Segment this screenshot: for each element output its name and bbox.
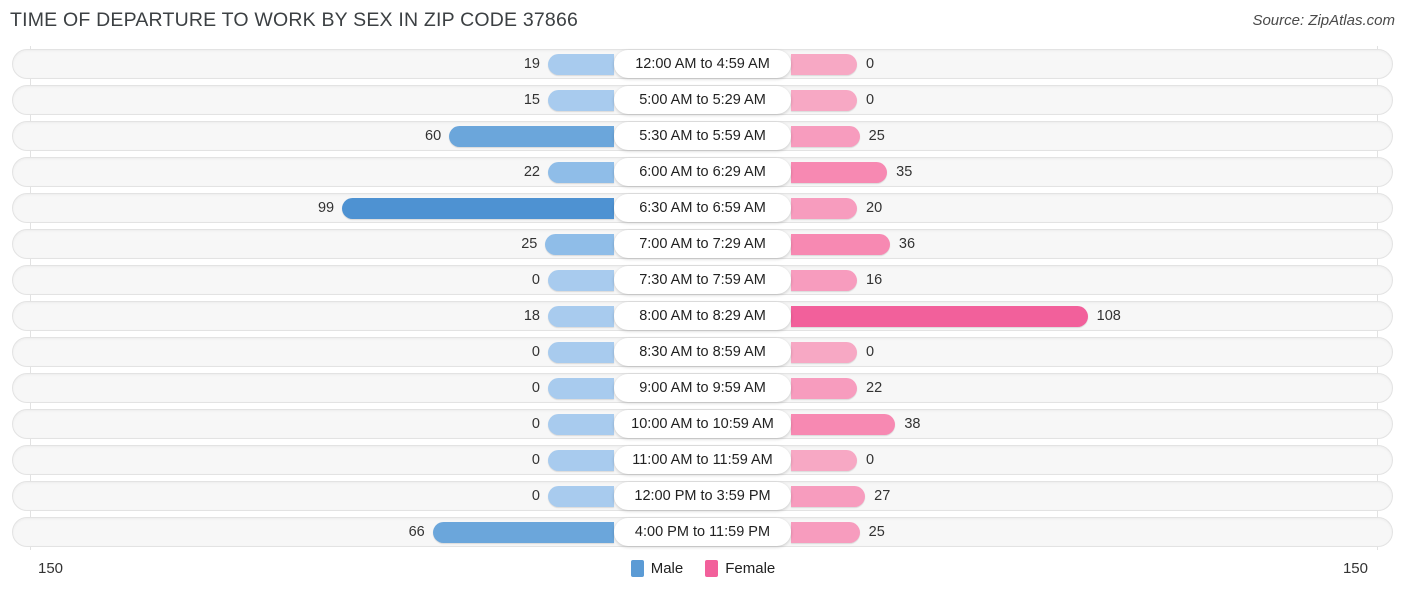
value-label-male: 66 — [408, 524, 425, 540]
category-label: 4:00 PM to 11:59 PM — [614, 518, 791, 546]
table-row: 99 20 6:30 AM to 6:59 AM — [0, 190, 1406, 226]
value-label-male: 0 — [531, 488, 540, 504]
chart-plot-area: 19 0 12:00 AM to 4:59 AM 15 0 5:00 AM to 5:29… — [0, 46, 1406, 550]
category-label: 5:30 AM to 5:59 AM — [614, 122, 791, 150]
value-label-male: 0 — [531, 272, 540, 288]
bar-female[interactable] — [791, 486, 866, 507]
category-label: 6:30 AM to 6:59 AM — [614, 194, 791, 222]
bar-male[interactable] — [548, 450, 614, 471]
value-label-male: 0 — [531, 452, 540, 468]
value-label-female: 22 — [866, 380, 883, 396]
legend-item-male[interactable]: Male — [630, 560, 684, 577]
bar-male[interactable] — [548, 378, 614, 399]
category-label: 9:00 AM to 9:59 AM — [614, 374, 791, 402]
table-row: 60 25 5:30 AM to 5:59 AM — [0, 118, 1406, 154]
table-row: 0 38 10:00 AM to 10:59 AM — [0, 406, 1406, 442]
category-label: 7:30 AM to 7:59 AM — [614, 266, 791, 294]
table-row: 15 0 5:00 AM to 5:29 AM — [0, 82, 1406, 118]
legend-swatch-male-icon — [630, 560, 644, 577]
value-label-male: 25 — [521, 236, 538, 252]
value-label-female: 27 — [874, 488, 891, 504]
value-label-female: 20 — [866, 200, 883, 216]
bar-female[interactable] — [791, 378, 857, 399]
category-label: 12:00 PM to 3:59 PM — [614, 482, 791, 510]
table-row: 18 108 8:00 AM to 8:29 AM — [0, 298, 1406, 334]
value-label-female: 0 — [866, 452, 875, 468]
legend-label-male: Male — [650, 560, 684, 577]
bar-male[interactable] — [548, 54, 614, 75]
bar-female[interactable] — [791, 198, 857, 219]
chart-legend: Male Female — [0, 560, 1406, 577]
table-row: 0 0 11:00 AM to 11:59 AM — [0, 442, 1406, 478]
legend-item-female[interactable]: Female — [705, 560, 775, 577]
table-row: 0 22 9:00 AM to 9:59 AM — [0, 370, 1406, 406]
category-label: 10:00 AM to 10:59 AM — [614, 410, 791, 438]
value-label-female: 25 — [868, 524, 885, 540]
bar-female[interactable] — [791, 414, 896, 435]
bar-female[interactable] — [791, 450, 857, 471]
bar-female[interactable] — [791, 270, 857, 291]
value-label-female: 16 — [866, 272, 883, 288]
bar-male[interactable] — [545, 234, 614, 255]
bar-male[interactable] — [548, 306, 614, 327]
bar-rows-container: 19 0 12:00 AM to 4:59 AM 15 0 5:00 AM to 5:29… — [0, 46, 1406, 550]
value-label-male: 15 — [523, 92, 540, 108]
value-label-male: 0 — [531, 380, 540, 396]
category-label: 11:00 AM to 11:59 AM — [614, 446, 791, 474]
bar-female[interactable] — [791, 126, 860, 147]
value-label-male: 0 — [531, 344, 540, 360]
bar-female[interactable] — [791, 342, 857, 363]
bar-male[interactable] — [449, 126, 614, 147]
bar-female[interactable] — [791, 306, 1088, 327]
bar-male[interactable] — [342, 198, 614, 219]
bar-female[interactable] — [791, 234, 890, 255]
value-label-male: 0 — [531, 416, 540, 432]
value-label-male: 18 — [523, 308, 540, 324]
value-label-male: 60 — [425, 128, 442, 144]
bar-male[interactable] — [548, 414, 614, 435]
value-label-female: 36 — [898, 236, 916, 252]
bar-male[interactable] — [432, 522, 614, 543]
bar-male[interactable] — [548, 90, 614, 111]
legend-swatch-female-icon — [705, 560, 719, 577]
bar-male[interactable] — [548, 270, 614, 291]
bar-male[interactable] — [548, 162, 614, 183]
value-label-female: 35 — [896, 164, 913, 180]
page-title: TIME OF DEPARTURE TO WORK BY SEX IN ZIP … — [10, 9, 579, 31]
category-label: 5:00 AM to 5:29 AM — [614, 86, 791, 114]
table-row: 0 0 8:30 AM to 8:59 AM — [0, 334, 1406, 370]
table-row: 25 36 7:00 AM to 7:29 AM — [0, 226, 1406, 262]
value-label-male: 19 — [523, 56, 540, 72]
value-label-female: 0 — [866, 56, 875, 72]
legend-label-female: Female — [725, 560, 776, 577]
table-row: 22 35 6:00 AM to 6:29 AM — [0, 154, 1406, 190]
bar-female[interactable] — [791, 90, 857, 111]
bar-female[interactable] — [791, 54, 857, 75]
value-label-female: 38 — [904, 416, 921, 432]
value-label-male: 22 — [523, 164, 540, 180]
value-label-female: 0 — [866, 344, 875, 360]
category-label: 8:00 AM to 8:29 AM — [614, 302, 791, 330]
source-attribution: Source: ZipAtlas.com — [1252, 12, 1395, 29]
bar-female[interactable] — [791, 162, 888, 183]
category-label: 7:00 AM to 7:29 AM — [614, 230, 791, 258]
table-row: 0 27 12:00 PM to 3:59 PM — [0, 478, 1406, 514]
category-label: 8:30 AM to 8:59 AM — [614, 338, 791, 366]
chart-header: TIME OF DEPARTURE TO WORK BY SEX IN ZIP … — [0, 0, 1406, 46]
table-row: 19 0 12:00 AM to 4:59 AM — [0, 46, 1406, 82]
value-label-female: 0 — [866, 92, 875, 108]
value-label-male: 99 — [317, 200, 335, 216]
bar-male[interactable] — [548, 486, 614, 507]
bar-male[interactable] — [548, 342, 614, 363]
category-label: 12:00 AM to 4:59 AM — [614, 50, 791, 78]
value-label-female: 108 — [1096, 308, 1121, 324]
table-row: 66 25 4:00 PM to 11:59 PM — [0, 514, 1406, 550]
chart-footer: 150 150 Male Female — [0, 550, 1406, 594]
category-label: 6:00 AM to 6:29 AM — [614, 158, 791, 186]
table-row: 0 16 7:30 AM to 7:59 AM — [0, 262, 1406, 298]
value-label-female: 25 — [868, 128, 885, 144]
bar-female[interactable] — [791, 522, 860, 543]
chart-page: TIME OF DEPARTURE TO WORK BY SEX IN ZIP … — [0, 0, 1406, 594]
